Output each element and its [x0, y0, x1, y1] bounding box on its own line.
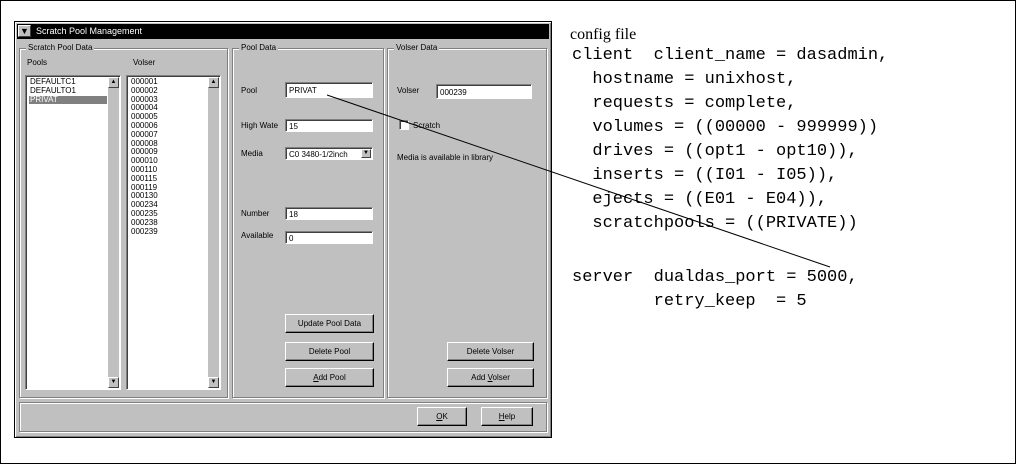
- connector-line: [326, 94, 831, 268]
